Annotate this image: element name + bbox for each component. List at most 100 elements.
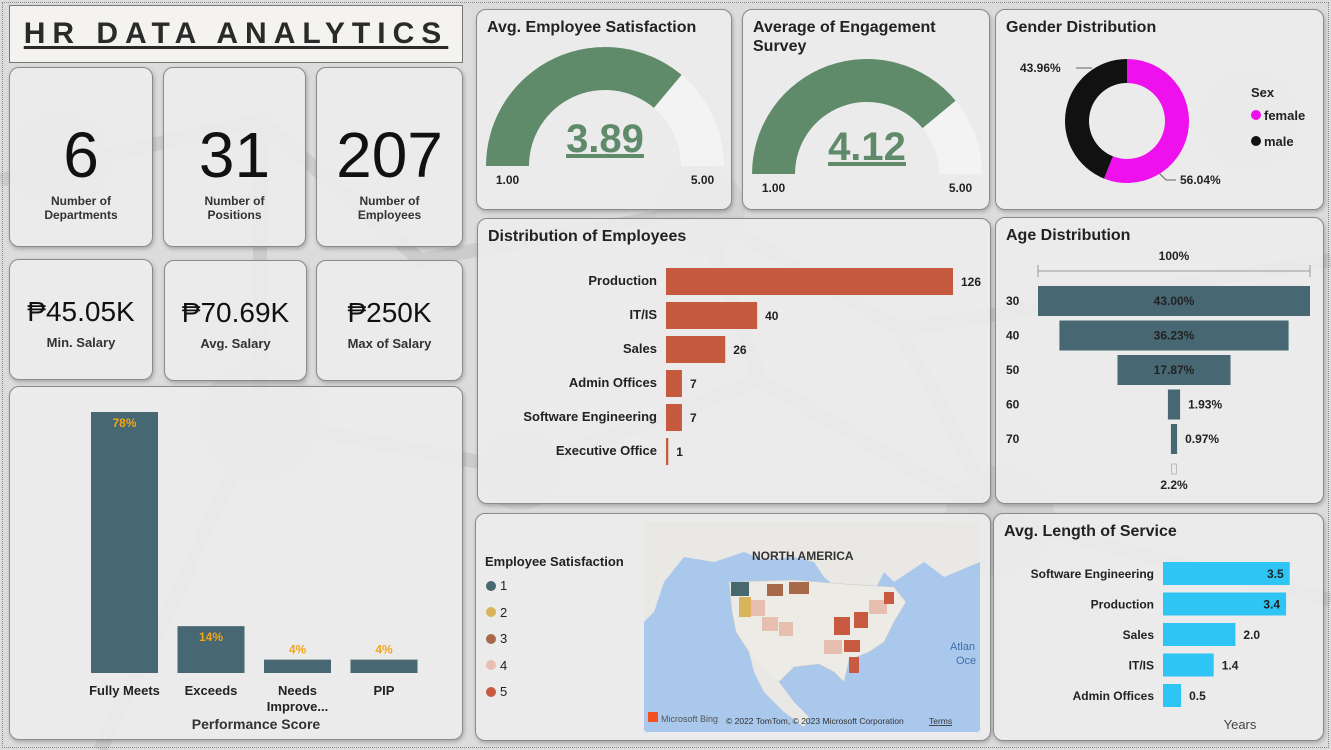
map-legend-item[interactable]: 5 [486,684,507,699]
employees-label: Number of Employees [357,194,422,222]
dept-bar[interactable] [666,268,953,295]
performance-bar[interactable] [91,412,158,673]
departments-card[interactable]: 6 Number of Departments [9,67,153,247]
performance-axis-title: Performance Score [192,716,321,732]
map-legend-dot [486,607,496,617]
age-value-label: 1.93% [1188,398,1222,412]
performance-card[interactable]: 78% Fully Meets 14% Exceeds 4% Needs Improve..… [9,386,463,740]
age-funnel-chart: 100% 30 43.00% 40 36.23% 50 17.87% 60 1.93% 70 0.9… [1006,249,1311,492]
gauge-value: 3.89 [566,117,644,161]
service-value-label: 2.0 [1243,628,1260,642]
service-bar[interactable] [1163,653,1214,677]
map-legend-label: 5 [500,684,508,699]
performance-bar[interactable] [264,659,331,673]
dept-category-label: Software Engineering [523,409,657,424]
dept-category-label: IT/IS [630,307,658,322]
gender-legend-dot-female [1251,110,1261,120]
avg-salary-label: Avg. Salary [200,336,271,351]
dept-value-label: 7 [690,377,697,391]
gender-title: Gender Distribution [1006,19,1157,36]
age-bar[interactable] [1170,424,1178,454]
performance-value-label: 14% [199,630,223,644]
min-salary-label: Min. Salary [46,335,116,350]
map-legend-dot [486,580,496,591]
satisfaction-gauge: 3.89 1.00 5.00 [486,47,724,187]
age-category-label: 40 [1006,329,1020,343]
service-value-label: 1.4 [1222,659,1239,673]
service-category-label: Production [1091,598,1154,612]
dept-bar[interactable] [666,404,682,431]
label-male: 43.96% [1020,61,1061,75]
map-copyright: © 2022 TomTom, © 2023 Microsoft Corporat… [726,716,904,726]
age-bar[interactable] [1167,389,1181,420]
dept-bar[interactable] [666,370,682,397]
label-female: 56.04% [1180,173,1221,187]
map-legend-dot [486,686,496,697]
map-terms-link[interactable]: Terms [929,716,952,726]
service-bar[interactable] [1163,623,1236,646]
max-salary-value: ₱250K [347,297,432,328]
age-value-label: 17.87% [1154,363,1195,377]
age-value-label: 0.97% [1185,432,1219,446]
service-card[interactable]: Avg. Length of Service Software Engineer… [993,513,1324,741]
engagement-gauge-card[interactable]: Average of Engagement Survey 4.12 1.00 5.0… [742,9,990,210]
dept-value-label: 1 [676,445,683,459]
performance-value-label: 4% [375,643,393,657]
dept-value-label: 26 [733,343,747,357]
map-legend-item[interactable]: 3 [486,631,507,646]
gauge-max-label: 5.00 [949,181,973,195]
gauge-max-label: 5.00 [691,173,715,187]
age-category-label: 70 [1006,432,1020,446]
map-bing-label: Microsoft Bing [661,714,718,724]
department-distribution-card[interactable]: Distribution of Employees Production 126 I… [477,218,991,504]
departments-label: Number of Departments [44,194,118,222]
dept-value-label: 40 [765,309,779,323]
gauge-min-label: 1.00 [496,173,520,187]
dept-bar[interactable] [666,438,669,465]
gender-legend-female[interactable]: female [1264,108,1305,123]
dept-bar[interactable] [666,336,726,363]
satisfaction-gauge-card[interactable]: Avg. Employee Satisfaction 3.89 1.00 5.00 [476,9,732,210]
gauge-min-label: 1.00 [762,181,786,195]
gender-card[interactable]: Gender Distribution 56.04% 43.96% Sex femal… [995,9,1324,210]
employees-card[interactable]: 207 Number of Employees [316,67,463,247]
map-card[interactable]: Employee Satisfaction 1 2 3 4 5 NORTH AMERIC… [475,513,991,741]
performance-bar[interactable] [350,659,418,673]
gender-legend-title: Sex [1251,85,1275,100]
dept-category-label: Executive Office [556,443,657,458]
map-view[interactable]: NORTH AMERICA Atlan Oce Microsoft Bing ©… [644,522,980,732]
map-legend-dot [486,660,496,670]
max-salary-label: Max of Salary [347,336,432,351]
service-bar[interactable] [1163,684,1182,707]
map-region-label: NORTH AMERICA [752,549,854,563]
dept-bar[interactable] [666,302,758,329]
map-legend-item[interactable]: 2 [486,605,507,620]
service-category-label: IT/IS [1129,659,1154,673]
department-bar-chart: Production 126 IT/IS 40 Sales 26 Admin Offices… [523,268,981,465]
map-ocean-label-2: Oce [956,655,976,667]
age-bar-blank[interactable] [1171,463,1177,475]
gender-legend-male[interactable]: male [1264,134,1294,149]
performance-chart: 78% Fully Meets 14% Exceeds 4% Needs Improve..… [89,412,418,732]
map-ocean-label-1: Atlan [950,641,975,653]
map-legend-item[interactable]: 4 [486,658,507,673]
max-salary-card[interactable]: ₱250K Max of Salary [316,260,463,381]
map-legend-item[interactable]: 1 [486,578,507,593]
satisfaction-gauge-title: Avg. Employee Satisfaction [487,19,697,36]
report-title: HR DATA ANALYTICS [23,17,449,50]
age-card[interactable]: Age Distribution 100% 30 43.00% 40 36.23% 50 1… [995,217,1324,504]
service-title: Avg. Length of Service [1004,523,1177,540]
map-legend-label: 1 [500,578,508,593]
age-value-label: 36.23% [1154,329,1195,343]
performance-category-label: Fully Meets [89,683,160,698]
map-legend-label: 4 [500,657,508,673]
service-category-label: Admin Offices [1073,689,1155,703]
age-title: Age Distribution [1006,227,1131,244]
positions-card[interactable]: 31 Number of Positions [163,67,306,247]
map-legend-label: 3 [500,631,508,646]
min-salary-card[interactable]: ₱45.05K Min. Salary [9,259,153,380]
avg-salary-card[interactable]: ₱70.69K Avg. Salary [164,260,307,381]
report-title-box: HR DATA ANALYTICS [9,5,463,63]
map-legend-label: 2 [500,604,508,620]
performance-category-label: PIP [374,683,395,698]
